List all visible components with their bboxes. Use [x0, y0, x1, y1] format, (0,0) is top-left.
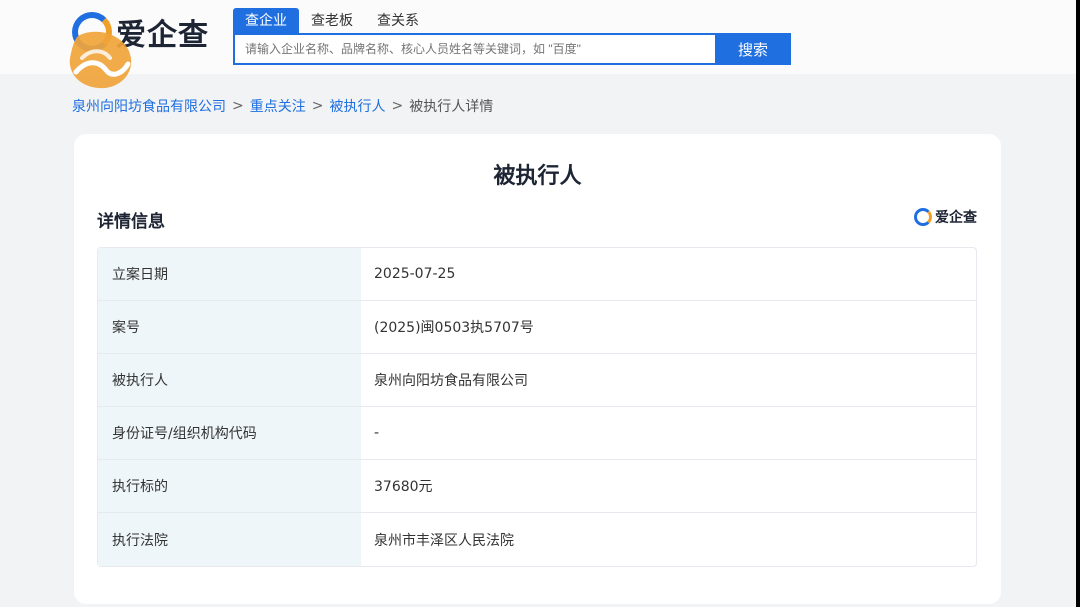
top-bar: 爱企查 查企业 查老板 查关系 搜索	[0, 0, 1076, 74]
table-row: 执行标的 37680元	[98, 460, 976, 513]
row-label: 被执行人	[98, 354, 361, 406]
breadcrumb: 泉州向阳坊食品有限公司 > 重点关注 > 被执行人 > 被执行人详情	[72, 96, 493, 116]
brand-logo-icon	[914, 208, 932, 226]
row-label: 执行法院	[98, 513, 361, 566]
row-label: 身份证号/组织机构代码	[98, 407, 361, 459]
breadcrumb-company[interactable]: 泉州向阳坊食品有限公司	[72, 96, 226, 116]
tab-boss[interactable]: 查老板	[299, 8, 365, 34]
row-value: 泉州向阳坊食品有限公司	[374, 373, 528, 389]
row-label: 执行标的	[98, 460, 361, 512]
table-row: 身份证号/组织机构代码 -	[98, 407, 976, 460]
chevron-right-icon: >	[232, 98, 244, 114]
chevron-right-icon: >	[391, 98, 404, 114]
table-row: 案号 (2025)闽0503执5707号	[98, 301, 976, 354]
row-value: 2025-07-25	[374, 266, 456, 282]
breadcrumb-current: 被执行人详情	[409, 99, 494, 115]
table-row: 被执行人 泉州向阳坊食品有限公司	[98, 354, 976, 407]
page-title: 被执行人	[493, 164, 582, 189]
brand-badge: 爱企查	[914, 207, 977, 227]
search-input[interactable]	[233, 33, 715, 65]
section-title: 详情信息	[97, 212, 165, 232]
row-value: -	[374, 425, 380, 441]
detail-card: 被执行人 详情信息 爱企查 立案日期 2025-07-25 案号 (2025)闽…	[74, 134, 1001, 604]
breadcrumb-executed-person[interactable]: 被执行人	[329, 96, 385, 116]
table-row: 立案日期 2025-07-25	[98, 248, 976, 301]
row-label: 立案日期	[98, 248, 361, 300]
table-row: 执行法院 泉州市丰泽区人民法院	[98, 513, 976, 566]
brand-badge-text: 爱企查	[935, 210, 977, 226]
search-button[interactable]: 搜索	[715, 33, 791, 65]
row-value: 泉州市丰泽区人民法院	[374, 532, 514, 549]
breadcrumb-key-focus[interactable]: 重点关注	[250, 96, 306, 116]
watermark-logo	[69, 31, 132, 89]
row-label: 案号	[98, 301, 361, 353]
row-value: 37680元	[374, 479, 433, 495]
detail-table: 立案日期 2025-07-25 案号 (2025)闽0503执5707号 被执行…	[97, 247, 977, 567]
page: 爱企查 查企业 查老板 查关系 搜索 泉州向阳坊食品有限公司 > 重点关注 > …	[0, 0, 1076, 607]
row-value: (2025)闽0503执5707号	[374, 320, 534, 336]
tab-company[interactable]: 查企业	[233, 8, 299, 34]
search-tabs: 查企业 查老板 查关系	[233, 8, 431, 34]
search-bar: 搜索	[233, 33, 791, 65]
chevron-right-icon: >	[311, 98, 324, 114]
tab-relation[interactable]: 查关系	[365, 8, 431, 34]
